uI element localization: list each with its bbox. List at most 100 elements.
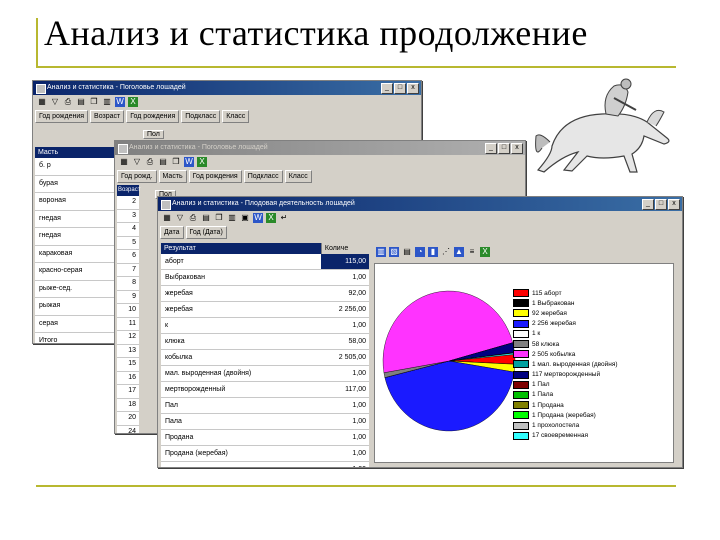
column-header-color[interactable]: Масть bbox=[35, 147, 115, 158]
chart-legend-icon[interactable]: ▤ bbox=[402, 247, 412, 257]
table-row[interactable]: жеребая 92,00 bbox=[161, 286, 369, 302]
list-item[interactable]: караковая bbox=[35, 245, 115, 263]
copy-icon[interactable]: ❐ bbox=[171, 157, 181, 167]
list-item[interactable]: вороная bbox=[35, 193, 115, 211]
table-row[interactable]: к 1,00 bbox=[161, 318, 369, 334]
column-header-age[interactable]: Возраст bbox=[117, 185, 140, 196]
table-row[interactable]: Продана (жеребая) 1,00 bbox=[161, 446, 369, 462]
minimize-button[interactable]: _ bbox=[642, 199, 654, 210]
filter-field[interactable]: Год рождения bbox=[126, 109, 180, 123]
grid-icon[interactable]: ▦ bbox=[162, 213, 172, 223]
filter-field[interactable]: Подкласс bbox=[243, 169, 283, 183]
filter-field[interactable]: Масть bbox=[158, 169, 187, 183]
filter-icon[interactable]: ▽ bbox=[50, 97, 60, 107]
grid-icon[interactable]: ▦ bbox=[119, 157, 129, 167]
close-button[interactable]: x bbox=[668, 199, 680, 210]
age-cell[interactable]: 3 bbox=[117, 209, 139, 223]
table-row[interactable]: прохолостела1,00 bbox=[161, 462, 369, 467]
age-cell[interactable]: 12 bbox=[117, 331, 139, 345]
age-cell[interactable]: 4 bbox=[117, 223, 139, 237]
filter-icon[interactable]: ▽ bbox=[132, 157, 142, 167]
age-cell[interactable]: 24 bbox=[117, 425, 139, 433]
table-icon[interactable]: ▤ bbox=[158, 157, 168, 167]
grid-icon[interactable]: ▦ bbox=[37, 97, 47, 107]
close-button[interactable]: x bbox=[511, 143, 523, 154]
print-icon[interactable]: ⎙ bbox=[188, 213, 198, 223]
maximize-button[interactable]: □ bbox=[394, 83, 406, 94]
table-row[interactable]: мал. выроденная (двойня) 1,00 bbox=[161, 366, 369, 382]
filter-icon[interactable]: ▽ bbox=[175, 213, 185, 223]
filter-field[interactable]: Год рождения bbox=[188, 169, 242, 183]
list-item[interactable]: серая bbox=[35, 315, 115, 333]
table-row[interactable]: кобылка 2 505,00 bbox=[161, 350, 369, 366]
excel-icon[interactable]: X bbox=[266, 213, 276, 223]
age-cell[interactable]: 2 bbox=[117, 196, 139, 210]
list-item[interactable]: гнедая bbox=[35, 228, 115, 246]
chart-line-icon[interactable]: ⋰ bbox=[441, 247, 451, 257]
close-button[interactable]: x bbox=[407, 83, 419, 94]
chart-icon[interactable]: ▥ bbox=[102, 97, 112, 107]
word-icon[interactable]: W bbox=[253, 213, 263, 223]
chart-icon[interactable]: ▥ bbox=[227, 213, 237, 223]
word-icon[interactable]: W bbox=[115, 97, 125, 107]
table-row[interactable]: Пала 1,00 bbox=[161, 414, 369, 430]
filter-field[interactable]: Класс bbox=[222, 109, 250, 123]
copy-icon[interactable]: ❐ bbox=[214, 213, 224, 223]
age-cell[interactable]: 13 bbox=[117, 344, 139, 358]
copy-icon[interactable]: ❐ bbox=[89, 97, 99, 107]
filter-field[interactable]: Возраст bbox=[90, 109, 125, 123]
list-item[interactable]: гнедая bbox=[35, 210, 115, 228]
list-item[interactable]: рыже-сед. bbox=[35, 280, 115, 298]
filter-field[interactable]: Год (Дата) bbox=[185, 225, 227, 239]
column-header-count[interactable]: Количе bbox=[320, 243, 369, 254]
age-cell[interactable]: 15 bbox=[117, 358, 139, 372]
chart-3d-icon[interactable]: ▧ bbox=[389, 247, 399, 257]
word-icon[interactable]: W bbox=[184, 157, 194, 167]
table-row[interactable]: Пал 1,00 bbox=[161, 398, 369, 414]
age-cell[interactable]: 17 bbox=[117, 385, 139, 399]
filter-field[interactable]: Класс bbox=[284, 169, 312, 183]
excel-icon[interactable]: X bbox=[197, 157, 207, 167]
chart-pie-icon[interactable]: ◔ bbox=[415, 247, 425, 257]
list-item[interactable]: рыжая bbox=[35, 298, 115, 316]
table-row[interactable]: мертворожденный 117,00 bbox=[161, 382, 369, 398]
save-icon[interactable]: ▣ bbox=[240, 213, 250, 223]
table-row[interactable]: клюка 58,00 bbox=[161, 334, 369, 350]
age-cell[interactable]: 8 bbox=[117, 277, 139, 291]
window-title-bar[interactable]: Анализ и статистика - Плодовая деятельно… bbox=[158, 197, 682, 211]
list-item[interactable]: Итого bbox=[35, 333, 115, 343]
age-cell[interactable]: 10 bbox=[117, 304, 139, 318]
list-item[interactable]: красно-серая bbox=[35, 263, 115, 281]
minimize-button[interactable]: _ bbox=[381, 83, 393, 94]
window-title-bar[interactable]: Анализ и статистика - Поголовье лошадей … bbox=[115, 141, 525, 155]
table-row[interactable]: жеребая 2 256,00 bbox=[161, 302, 369, 318]
column-header-result[interactable]: Результат bbox=[161, 243, 321, 254]
age-cell[interactable]: 11 bbox=[117, 317, 139, 331]
maximize-button[interactable]: □ bbox=[655, 199, 667, 210]
chart-export-icon[interactable]: X bbox=[480, 247, 490, 257]
table-icon[interactable]: ▤ bbox=[76, 97, 86, 107]
filter-field[interactable]: Год рожд. bbox=[117, 169, 157, 183]
filter-field[interactable]: Дата bbox=[160, 225, 184, 239]
age-cell[interactable]: 9 bbox=[117, 290, 139, 304]
age-cell[interactable]: 18 bbox=[117, 398, 139, 412]
chart-options-icon[interactable]: ≡ bbox=[467, 247, 477, 257]
table-row[interactable]: аборт 115,00 bbox=[161, 254, 369, 270]
excel-icon[interactable]: X bbox=[128, 97, 138, 107]
table-icon[interactable]: ▤ bbox=[201, 213, 211, 223]
age-cell[interactable]: 5 bbox=[117, 236, 139, 250]
list-item[interactable]: б. р bbox=[35, 158, 115, 176]
minimize-button[interactable]: _ bbox=[485, 143, 497, 154]
window-title-bar[interactable]: Анализ и статистика - Поголовье лошадей … bbox=[33, 81, 421, 95]
age-cell[interactable]: 20 bbox=[117, 412, 139, 426]
age-cell[interactable]: 16 bbox=[117, 371, 139, 385]
filter-field[interactable]: Подкласс bbox=[181, 109, 221, 123]
age-cell[interactable]: 7 bbox=[117, 263, 139, 277]
table-row[interactable]: Продана 1,00 bbox=[161, 430, 369, 446]
filter-field[interactable]: Год рождения bbox=[35, 109, 89, 123]
age-cell[interactable]: 6 bbox=[117, 250, 139, 264]
chart-bar-icon[interactable]: ▮ bbox=[428, 247, 438, 257]
print-icon[interactable]: ⎙ bbox=[145, 157, 155, 167]
table-row[interactable]: Выбракован 1,00 bbox=[161, 270, 369, 286]
export-icon[interactable]: ↵ bbox=[279, 213, 289, 223]
